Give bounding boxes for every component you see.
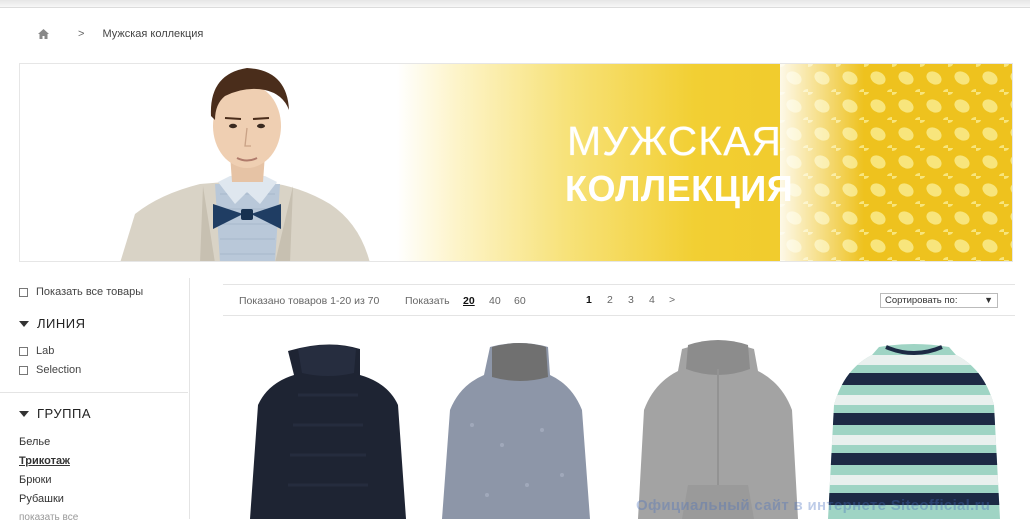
collection-banner: МУЖСКАЯ КОЛЛЕКЦИЯ — [19, 63, 1013, 262]
banner-pattern — [780, 64, 1012, 261]
group-item-knitwear[interactable]: Трикотаж — [19, 455, 70, 467]
product-card[interactable] — [632, 335, 804, 519]
listing-toolbar: Показано товаров 1-20 из 70 Показать 20 … — [223, 284, 1015, 316]
triangle-down-icon — [19, 320, 29, 327]
group-section-title: ГРУППА — [37, 406, 92, 421]
product-card[interactable] — [432, 335, 602, 519]
group-item-shirts[interactable]: Рубашки — [19, 493, 64, 505]
show-all-filter[interactable]: Показать все товары — [19, 286, 143, 298]
breadcrumb-separator: > — [78, 28, 85, 40]
banner-title: МУЖСКАЯ — [567, 118, 783, 164]
product-image — [638, 340, 798, 519]
show-all-label: Показать все товары — [36, 286, 144, 298]
product-card[interactable] — [824, 335, 1004, 519]
lab-checkbox[interactable] — [19, 346, 28, 356]
per-page-20[interactable]: 20 — [463, 295, 475, 307]
sidebar-divider — [0, 392, 188, 393]
product-image — [442, 343, 590, 519]
sort-label: Сортировать по: — [885, 295, 958, 306]
page-4[interactable]: 4 — [649, 294, 655, 306]
dropdown-arrow-icon: ▼ — [984, 295, 993, 305]
per-page-60[interactable]: 60 — [514, 295, 526, 307]
show-all-checkbox[interactable] — [19, 287, 28, 297]
banner-subtitle: КОЛЛЕКЦИЯ — [565, 168, 794, 209]
group-item-underwear[interactable]: Белье — [19, 436, 50, 448]
page-3[interactable]: 3 — [628, 294, 634, 306]
group-item-trousers[interactable]: Брюки — [19, 474, 52, 486]
line-section-toggle[interactable]: ЛИНИЯ — [19, 316, 86, 331]
page-1[interactable]: 1 — [586, 294, 592, 306]
next-page[interactable]: > — [669, 294, 675, 306]
line-option-lab[interactable]: Lab — [19, 345, 54, 357]
product-image — [250, 344, 406, 519]
breadcrumb-current: Мужская коллекция — [102, 28, 204, 40]
group-show-all-link[interactable]: показать все — [19, 512, 78, 523]
line-option-label: Selection — [36, 364, 82, 376]
product-count: Показано товаров 1-20 из 70 — [239, 295, 380, 307]
line-option-selection[interactable]: Selection — [19, 364, 81, 376]
per-page-label: Показать — [405, 295, 450, 307]
product-card[interactable] — [238, 335, 418, 519]
selection-checkbox[interactable] — [19, 365, 28, 375]
filter-sidebar: Показать все товары ЛИНИЯ Lab Selection … — [0, 278, 190, 523]
model-photo — [120, 68, 370, 261]
breadcrumb: > Мужская коллекция — [38, 27, 203, 41]
page-2[interactable]: 2 — [607, 294, 613, 306]
watermark: Официальный сайт в интернете Siteofficia… — [636, 497, 991, 514]
group-section-toggle[interactable]: ГРУППА — [19, 406, 91, 421]
triangle-down-icon — [19, 410, 29, 417]
per-page-40[interactable]: 40 — [489, 295, 501, 307]
home-icon[interactable] — [38, 29, 49, 39]
sort-select[interactable]: Сортировать по: ▼ — [880, 293, 998, 308]
product-image — [828, 344, 1000, 519]
top-border — [0, 0, 1030, 8]
line-section-title: ЛИНИЯ — [37, 316, 86, 331]
line-option-label: Lab — [36, 345, 55, 357]
